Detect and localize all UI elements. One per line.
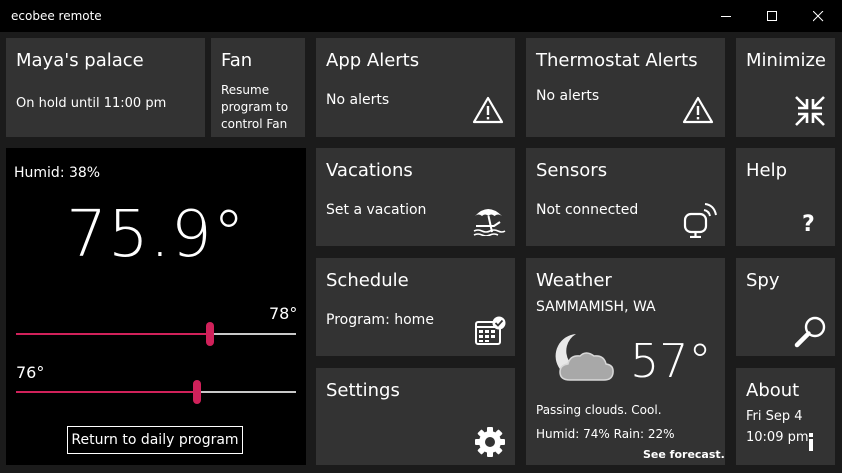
fan-tile[interactable]: Fan Resume program to control Fan <box>211 38 305 137</box>
sensors-tile[interactable]: Sensors Not connected <box>526 148 725 246</box>
fan-title: Fan <box>221 50 253 71</box>
about-title: About <box>746 380 800 401</box>
window-close-icon <box>813 11 824 22</box>
indoor-humidity: Humid: 38% <box>14 165 101 181</box>
window-maximize-icon <box>767 11 777 21</box>
cool-slider-track[interactable] <box>210 333 296 335</box>
warning-icon <box>682 96 714 124</box>
sensors-status: Not connected <box>536 202 639 218</box>
minimize-title: Minimize <box>746 50 826 71</box>
minimize-tile[interactable]: Minimize <box>736 38 835 137</box>
spy-tile[interactable]: Spy <box>736 258 835 356</box>
about-date: Fri Sep 4 <box>746 409 803 424</box>
thermostat-alerts-tile[interactable]: Thermostat Alerts No alerts <box>526 38 725 137</box>
weather-location: SAMMAMISH, WA <box>536 299 656 315</box>
title-bar: ecobee remote <box>0 0 842 32</box>
window-close-button[interactable] <box>795 0 841 32</box>
current-temperature: 75.9° <box>66 198 246 272</box>
location-tile[interactable]: Maya's palace On hold until 11:00 pm <box>6 38 205 137</box>
calendar-icon <box>475 316 506 345</box>
about-time: 10:09 pm <box>746 430 809 445</box>
weather-details: Humid: 74% Rain: 22% <box>536 427 675 441</box>
thermostat-panel: Humid: 38% 75.9° 78° 76° Return to daily… <box>6 148 306 465</box>
outdoor-temperature: 57° <box>630 334 712 388</box>
beach-umbrella-icon <box>473 209 506 236</box>
fan-line-1: Resume <box>221 83 270 97</box>
cool-setpoint-slider[interactable] <box>206 322 214 346</box>
return-to-program-button[interactable]: Return to daily program <box>67 426 243 454</box>
vacations-title: Vacations <box>326 160 413 181</box>
window-minimize-button[interactable] <box>703 0 749 32</box>
sensor-icon <box>683 203 717 238</box>
info-icon <box>809 433 813 451</box>
search-icon <box>794 316 826 348</box>
cool-slider-fill <box>16 333 210 335</box>
vacations-status: Set a vacation <box>326 202 427 218</box>
heat-setpoint-value: 76° <box>16 363 45 382</box>
heat-slider-track[interactable] <box>197 391 296 393</box>
weather-title: Weather <box>536 270 612 291</box>
warning-icon <box>472 96 504 124</box>
vacations-tile[interactable]: Vacations Set a vacation <box>316 148 515 246</box>
weather-tile[interactable]: Weather SAMMAMISH, WA 57° Passing clouds… <box>526 258 725 465</box>
hold-status: On hold until 11:00 pm <box>16 96 167 111</box>
thermostat-alerts-status: No alerts <box>536 88 600 104</box>
location-name: Maya's palace <box>16 50 144 71</box>
spy-title: Spy <box>746 270 780 291</box>
about-tile[interactable]: About Fri Sep 4 10:09 pm <box>736 368 835 465</box>
help-title: Help <box>746 160 788 181</box>
window-minimize-icon <box>721 16 731 17</box>
heat-slider-fill <box>16 391 197 393</box>
fan-line-2: program to <box>221 100 289 114</box>
cool-setpoint-value: 78° <box>269 304 298 323</box>
settings-title: Settings <box>326 380 400 401</box>
cloud-moon-icon <box>555 334 614 381</box>
fan-line-3: control Fan <box>221 117 288 131</box>
schedule-tile[interactable]: Schedule Program: home <box>316 258 515 356</box>
help-tile[interactable]: Help ? <box>736 148 835 246</box>
sensors-title: Sensors <box>536 160 608 181</box>
app-alerts-tile[interactable]: App Alerts No alerts <box>316 38 515 137</box>
window-maximize-button[interactable] <box>749 0 795 32</box>
window-title: ecobee remote <box>11 9 102 23</box>
schedule-status: Program: home <box>326 312 434 328</box>
heat-setpoint-slider[interactable] <box>193 380 201 404</box>
minimize-icon <box>795 96 825 126</box>
gear-icon <box>475 427 505 457</box>
see-forecast-link[interactable]: See forecast... <box>643 448 725 461</box>
app-alerts-title: App Alerts <box>326 50 420 71</box>
thermostat-alerts-title: Thermostat Alerts <box>536 50 698 71</box>
weather-condition: Passing clouds. Cool. <box>536 403 662 417</box>
app-alerts-status: No alerts <box>326 92 390 108</box>
help-icon: ? <box>802 212 815 237</box>
settings-tile[interactable]: Settings <box>316 368 515 465</box>
schedule-title: Schedule <box>326 270 409 291</box>
